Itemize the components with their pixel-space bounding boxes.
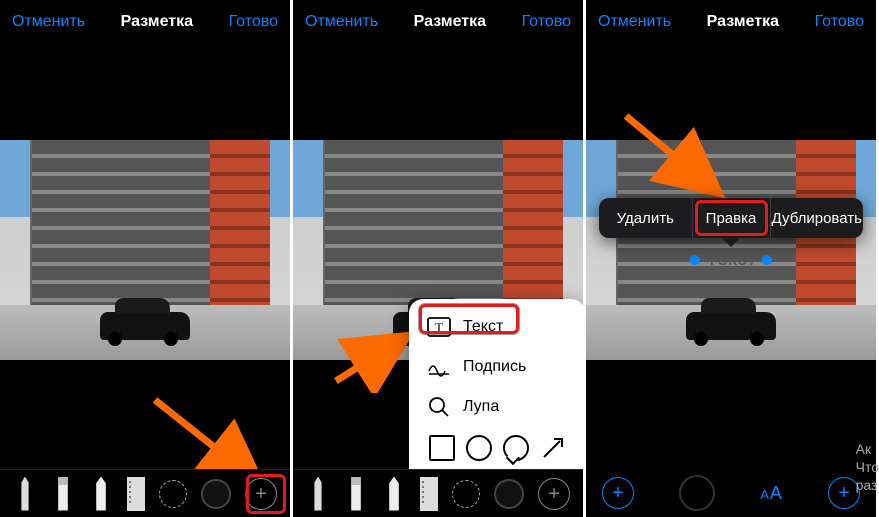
lasso-tool[interactable] (452, 480, 480, 508)
text-box-icon: T (427, 315, 451, 339)
circle-shape[interactable] (466, 435, 492, 461)
markup-screen-2: Отменить Разметка Готово T Текст (293, 0, 583, 517)
screen-title: Разметка (414, 13, 486, 31)
rectangle-shape[interactable] (429, 435, 455, 461)
cancel-button[interactable]: Отменить (305, 13, 378, 31)
screen-title: Разметка (121, 13, 193, 31)
top-bar: Отменить Разметка Готово (586, 0, 876, 44)
magnifier-icon (427, 395, 451, 419)
page-watermark: Ак Что раз (856, 440, 879, 495)
ruler-tool[interactable] (420, 477, 438, 511)
wm-line: Что (856, 458, 879, 476)
shapes-row (409, 427, 583, 463)
ctx-duplicate[interactable]: Дублировать (771, 198, 864, 238)
ruler-tool[interactable] (127, 477, 145, 511)
screen-title: Разметка (707, 13, 779, 31)
lasso-tool[interactable] (159, 480, 187, 508)
done-button[interactable]: Готово (522, 13, 571, 31)
cancel-button[interactable]: Отменить (12, 13, 85, 31)
top-bar: Отменить Разметка Готово (293, 0, 583, 44)
speech-bubble-shape[interactable] (503, 435, 529, 461)
pen-tool[interactable] (306, 477, 330, 511)
done-button[interactable]: Готово (229, 13, 278, 31)
add-menu-button[interactable]: + (602, 477, 634, 509)
pencil-tool[interactable] (89, 477, 113, 511)
text-toolbar: + AA + (586, 469, 876, 517)
add-magnifier-option[interactable]: Лупа (409, 387, 583, 427)
building-graphic (30, 140, 270, 310)
text-placeholder: Текст (706, 248, 756, 270)
context-menu: Удалить Правка Дублировать (599, 198, 863, 238)
building-graphic (323, 140, 563, 310)
add-text-option[interactable]: T Текст (409, 307, 583, 347)
ctx-delete[interactable]: Удалить (599, 198, 693, 238)
car-graphic (686, 312, 776, 340)
svg-text:T: T (435, 320, 443, 335)
text-color-picker[interactable] (679, 475, 715, 511)
resize-handle-right[interactable] (762, 255, 772, 265)
option-label: Лупа (463, 398, 499, 416)
markup-toolbar: + (293, 469, 583, 517)
signature-icon (427, 355, 451, 379)
arrow-shape[interactable] (540, 435, 566, 461)
color-picker[interactable] (494, 479, 524, 509)
add-signature-option[interactable]: Подпись (409, 347, 583, 387)
add-menu-button[interactable]: + (245, 478, 277, 510)
markup-screen-3: Отменить Разметка Готово Удалить Правка … (586, 0, 876, 517)
highlighter-tool[interactable] (344, 477, 368, 511)
option-label: Подпись (463, 358, 526, 376)
wm-line: раз (856, 476, 879, 494)
ctx-edit-label: Правка (706, 210, 757, 227)
font-style-button[interactable]: AA (760, 483, 783, 504)
pen-tool[interactable] (13, 477, 37, 511)
resize-handle-left[interactable] (690, 255, 700, 265)
text-object[interactable]: Текст (684, 248, 778, 271)
top-bar: Отменить Разметка Готово (0, 0, 290, 44)
cancel-button[interactable]: Отменить (598, 13, 671, 31)
option-label: Текст (463, 318, 503, 336)
ctx-edit[interactable]: Правка (693, 198, 771, 238)
edited-photo[interactable] (0, 140, 290, 360)
markup-screen-1: Отменить Разметка Готово + (0, 0, 290, 517)
color-picker[interactable] (201, 479, 231, 509)
car-graphic (100, 312, 190, 340)
pencil-tool[interactable] (382, 477, 406, 511)
add-menu-popover: T Текст Подпись Лупа (409, 299, 583, 469)
add-menu-button[interactable]: + (538, 478, 570, 510)
markup-toolbar: + (0, 469, 290, 517)
done-button[interactable]: Готово (815, 13, 864, 31)
wm-line: Ак (856, 440, 879, 458)
highlighter-tool[interactable] (51, 477, 75, 511)
